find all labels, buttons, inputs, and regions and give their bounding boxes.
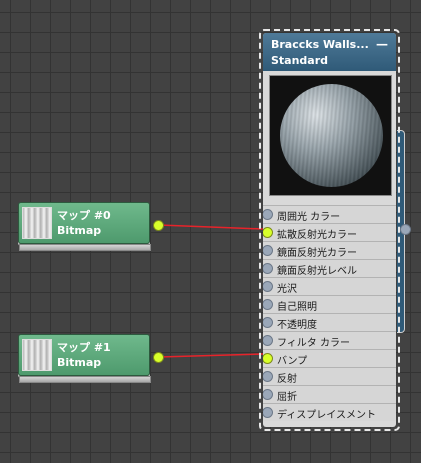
slot-input-socket[interactable] [263, 299, 273, 310]
slot-label: 鏡面反射光カラー [277, 248, 357, 259]
slot-input-socket[interactable] [263, 227, 273, 238]
wire-map1-bump[interactable] [158, 353, 264, 358]
slot-label: 光沢 [277, 284, 297, 295]
map-node-type: Bitmap [57, 356, 102, 369]
slot-refraction[interactable]: 屈折 [263, 385, 396, 403]
slot-glossiness[interactable]: 光沢 [263, 277, 396, 295]
map-node-footer [19, 244, 151, 251]
slot-bump[interactable]: バンプ [263, 349, 396, 367]
material-output-socket[interactable] [400, 224, 411, 235]
map-node-type: Bitmap [57, 224, 102, 237]
material-sphere-preview [280, 84, 383, 187]
slot-diffuse-color[interactable]: 拡散反射光カラー [263, 223, 396, 241]
slot-displacement[interactable]: ディスプレイスメント [263, 403, 396, 421]
slot-label: ディスプレイスメント [277, 410, 376, 421]
slot-opacity[interactable]: 不透明度 [263, 313, 396, 331]
slot-label: 自己照明 [277, 302, 317, 313]
slot-label: 周囲光 カラー [277, 212, 341, 223]
minimize-icon[interactable]: — [376, 37, 388, 51]
slot-input-socket[interactable] [263, 317, 273, 328]
slot-specular-level[interactable]: 鏡面反射光レベル [263, 259, 396, 277]
slot-specular-color[interactable]: 鏡面反射光カラー [263, 241, 396, 259]
slot-input-socket[interactable] [263, 335, 273, 346]
map-node-0[interactable]: マップ #0 Bitmap [18, 202, 151, 251]
slot-label: 反射 [277, 374, 297, 385]
material-title: Braccks Walls... [271, 38, 369, 51]
map1-output-socket[interactable] [153, 352, 164, 363]
slot-input-socket[interactable] [263, 371, 273, 382]
material-type: Standard [271, 54, 329, 67]
bitmap-thumbnail-icon [22, 339, 52, 371]
slot-label: フィルタ カラー [277, 338, 350, 349]
slot-input-socket[interactable] [263, 281, 273, 292]
material-node[interactable]: Braccks Walls... Standard — 周囲光 カラー 拡散反射… [259, 29, 400, 431]
slot-label: バンプ [277, 356, 308, 367]
map-node-title: マップ #0 [57, 209, 111, 222]
slot-input-socket[interactable] [263, 407, 273, 418]
slot-input-socket[interactable] [263, 389, 273, 400]
slot-reflection[interactable]: 反射 [263, 367, 396, 385]
wire-map0-diffuse[interactable] [158, 224, 264, 230]
slot-label: 不透明度 [277, 320, 317, 331]
slot-self-illumination[interactable]: 自己照明 [263, 295, 396, 313]
slot-label: 屈折 [277, 392, 297, 403]
slot-label: 拡散反射光カラー [277, 230, 357, 241]
map-node-title: マップ #1 [57, 341, 111, 354]
map-node-1[interactable]: マップ #1 Bitmap [18, 334, 151, 383]
map0-output-socket[interactable] [153, 220, 164, 231]
map-node-footer [19, 376, 151, 383]
slot-label: 鏡面反射光レベル [277, 266, 357, 277]
material-preview [269, 75, 392, 196]
material-slot-list: 周囲光 カラー 拡散反射光カラー 鏡面反射光カラー 鏡面反射光レベル 光沢 自己… [263, 205, 396, 421]
material-node-header[interactable]: Braccks Walls... Standard — [263, 33, 396, 71]
bitmap-thumbnail-icon [22, 207, 52, 239]
slot-ambient-color[interactable]: 周囲光 カラー [263, 205, 396, 223]
slot-filter-color[interactable]: フィルタ カラー [263, 331, 396, 349]
slot-input-socket[interactable] [263, 263, 273, 274]
slot-input-socket[interactable] [263, 353, 273, 364]
slot-input-socket[interactable] [263, 209, 273, 220]
slot-input-socket[interactable] [263, 245, 273, 256]
